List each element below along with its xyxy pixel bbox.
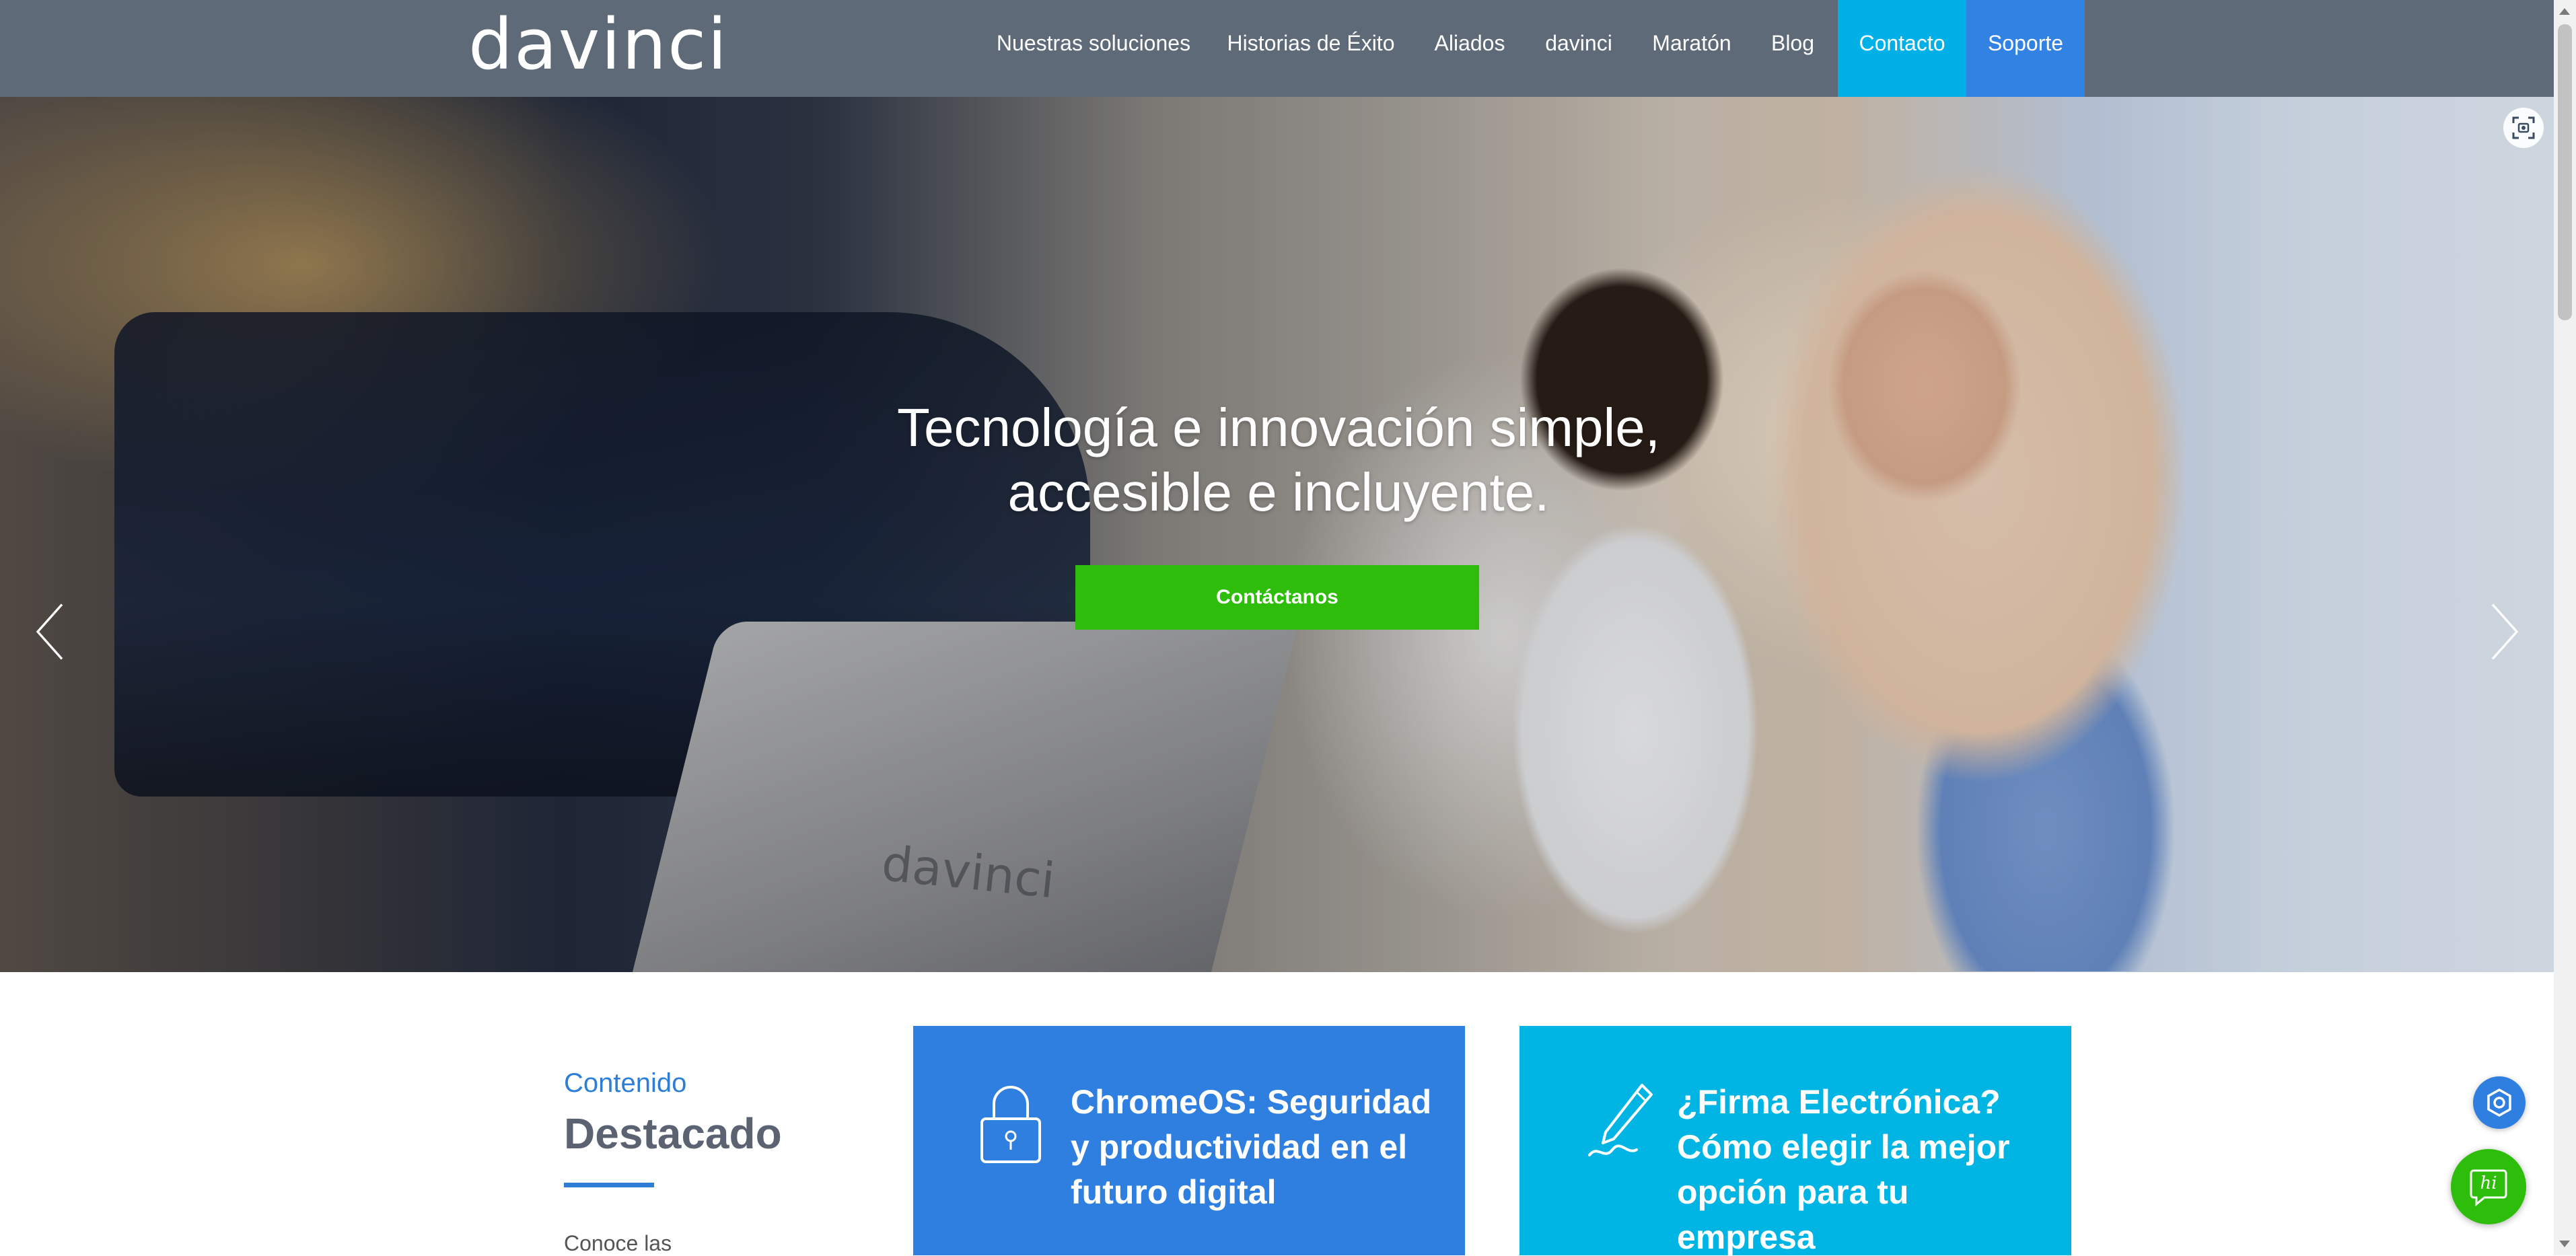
page-scrollbar[interactable] <box>2554 0 2576 1255</box>
scrollbar-thumb[interactable] <box>2558 24 2572 320</box>
featured-subtitle: Contenido <box>564 1068 687 1098</box>
nav-contacto[interactable]: Contacto <box>1838 0 1966 97</box>
nav-maraton[interactable]: Maratón <box>1645 0 1739 97</box>
scan-icon[interactable] <box>2503 108 2544 148</box>
card-chromeos-title: ChromeOS: Seguridad y productividad en e… <box>1071 1083 1432 1211</box>
card-chromeos[interactable]: ChromeOS: Seguridad y productividad en e… <box>913 1026 1465 1255</box>
nav-blog[interactable]: Blog <box>1760 0 1825 97</box>
hero-overlay <box>0 97 2554 972</box>
chevron-right-icon[interactable] <box>2484 601 2525 662</box>
hero-title-line-1: Tecnología e innovación simple, <box>896 398 1661 457</box>
pen-signature-icon <box>1584 1080 1658 1167</box>
chat-hi-icon[interactable]: hi <box>2451 1149 2526 1224</box>
hero-title-line-2: accesible e incluyente. <box>1007 462 1550 522</box>
nav-soporte[interactable]: Soporte <box>1966 0 2085 97</box>
nav-nuestras-soluciones[interactable]: Nuestras soluciones <box>988 0 1199 97</box>
featured-underline <box>564 1183 654 1187</box>
hexagon-gear-icon[interactable] <box>2473 1076 2526 1129</box>
hero-carousel: davinci Tecnología e innovación simple, … <box>0 97 2554 972</box>
hero-title: Tecnología e innovación simple, accesibl… <box>740 396 1817 525</box>
chat-hi-text: hi <box>2480 1173 2497 1193</box>
scroll-up-arrow[interactable] <box>2559 8 2570 15</box>
card-firma-title: ¿Firma Electrónica? Cómo elegir la mejor… <box>1677 1083 2010 1255</box>
scroll-down-arrow[interactable] <box>2559 1241 2570 1247</box>
contactanos-button[interactable]: Contáctanos <box>1075 565 1479 630</box>
featured-title: Destacado <box>564 1109 782 1158</box>
nav-aliados[interactable]: Aliados <box>1423 0 1517 97</box>
top-navigation-bar: davinci Nuestras soluciones Historias de… <box>0 0 2554 97</box>
card-firma-electronica[interactable]: ¿Firma Electrónica? Cómo elegir la mejor… <box>1519 1026 2071 1255</box>
nav-davinci[interactable]: davinci <box>1536 0 1622 97</box>
padlock-icon <box>974 1080 1048 1167</box>
davinci-logo[interactable]: davinci <box>468 4 728 85</box>
chevron-left-icon[interactable] <box>30 601 70 662</box>
nav-historias-de-exito[interactable]: Historias de Éxito <box>1219 0 1402 97</box>
featured-description: Conoce las <box>564 1231 672 1255</box>
